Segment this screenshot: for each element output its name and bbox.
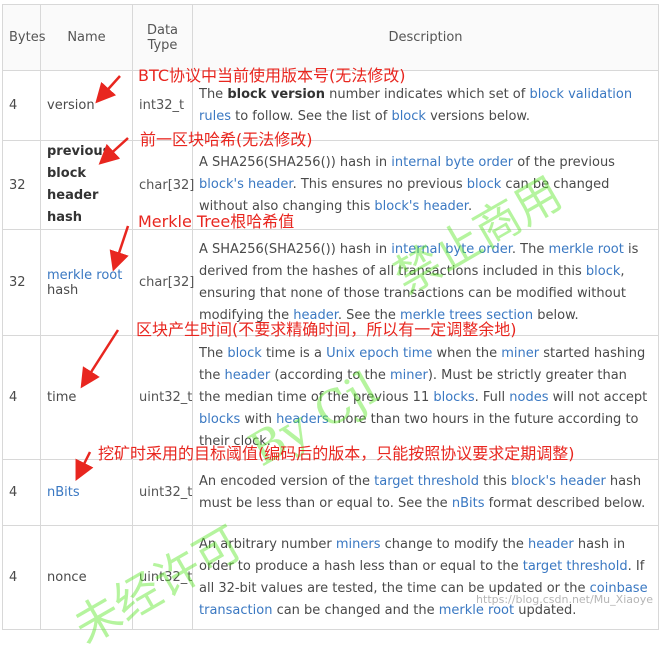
description-link[interactable]: header (224, 368, 270, 383)
description-text: The (199, 86, 228, 102)
description-link[interactable]: header (528, 537, 574, 552)
description-link[interactable]: block (227, 346, 262, 361)
description-text: The (199, 345, 228, 361)
annotation-time: 区块产生时间(不要求精确时间，所以有一定调整余地) (136, 320, 517, 339)
col-header-type: Data Type (132, 4, 193, 71)
description-link[interactable]: blocks (199, 412, 240, 427)
field-name-line: previous (47, 144, 111, 159)
description-bold-text: block version (227, 86, 325, 102)
col-header-name: Name (40, 4, 133, 71)
table-row-nbits: 4 nBits uint32_t An encoded version of t… (2, 459, 659, 526)
description-link[interactable]: block's header (511, 474, 606, 489)
description-text: this (479, 473, 512, 489)
cell-bytes: 4 (2, 70, 41, 141)
description-text: change to modify the (380, 536, 528, 552)
table-header-row: Bytes Name Data Type Description (2, 4, 659, 71)
description-text: can be changed and the (272, 602, 439, 618)
cell-name: nBits (40, 459, 133, 526)
description-link[interactable]: internal byte order (391, 155, 513, 170)
col-header-type-line1: Data (146, 22, 179, 38)
field-name-version: version (47, 98, 95, 113)
description-text: below. (533, 307, 579, 323)
col-header-bytes: Bytes (2, 4, 45, 71)
description-link[interactable]: nBits (452, 496, 485, 511)
description-text: versions below. (425, 108, 530, 124)
field-name-nbits[interactable]: nBits (47, 485, 80, 500)
cell-description: An arbitrary number miners change to mod… (192, 525, 659, 630)
annotation-previous-hash: 前一区块哈希(无法修改) (140, 130, 313, 149)
description-link[interactable]: miners (336, 537, 381, 552)
description-link[interactable]: nodes (509, 390, 548, 405)
col-header-description: Description (192, 4, 659, 71)
annotation-merkle-root: Merkle Tree根哈希值 (138, 212, 295, 231)
cell-name: previous block header hash (40, 140, 133, 230)
description-text: A SHA256(SHA256()) hash in (199, 241, 392, 257)
description-link[interactable]: block (586, 264, 621, 279)
description-text: An encoded version of the (199, 473, 375, 489)
field-name-merkle-root[interactable]: merkle root (47, 268, 126, 283)
cell-bytes: 32 (2, 229, 41, 336)
cell-type: uint32_t (132, 459, 193, 526)
description-text: when the (432, 345, 502, 361)
description-link[interactable]: merkle root (548, 242, 623, 257)
description-text: time is a (261, 345, 327, 361)
description-text: A SHA256(SHA256()) hash in (199, 155, 392, 170)
description-link[interactable]: target threshold (523, 559, 628, 574)
field-name-nonce: nonce (47, 570, 87, 585)
cell-bytes: 4 (2, 335, 41, 460)
cell-name: version (40, 70, 133, 141)
description-text: format described below. (484, 495, 646, 511)
col-header-type-line2: Type (147, 37, 178, 53)
field-name-hash: hash (47, 282, 79, 298)
annotation-version: BTC协议中当前使用版本号(无法修改) (138, 66, 406, 85)
description-link[interactable]: block's header (199, 177, 293, 192)
description-link[interactable]: miner (390, 368, 428, 383)
field-name-line: header hash (47, 188, 99, 225)
watermark-url: https://blog.csdn.net/Mu_Xiaoye (476, 593, 653, 606)
description-text: number indicates which set of (324, 86, 530, 102)
description-link[interactable]: block (391, 109, 426, 124)
description-text: will not accept (548, 389, 648, 405)
annotation-nbits: 挖矿时采用的目标阈值(编码后的版本，只能按照协议要求定期调整) (98, 444, 575, 463)
field-name-time: time (47, 390, 77, 405)
description-text: to follow. See the list of (230, 108, 392, 124)
description-link[interactable]: blocks (433, 390, 474, 405)
description-text: . Full (474, 389, 510, 405)
cell-bytes: 32 (2, 140, 41, 230)
cell-name: merkle root hash (40, 229, 133, 336)
description-link[interactable]: miner (501, 346, 539, 361)
description-link[interactable]: target threshold (374, 474, 479, 489)
field-name-line: block (47, 166, 87, 181)
description-text: . This ensures no previous (292, 177, 467, 192)
cell-bytes: 4 (2, 525, 41, 630)
description-link[interactable]: Unix epoch time (326, 346, 432, 361)
cell-bytes: 4 (2, 459, 41, 526)
